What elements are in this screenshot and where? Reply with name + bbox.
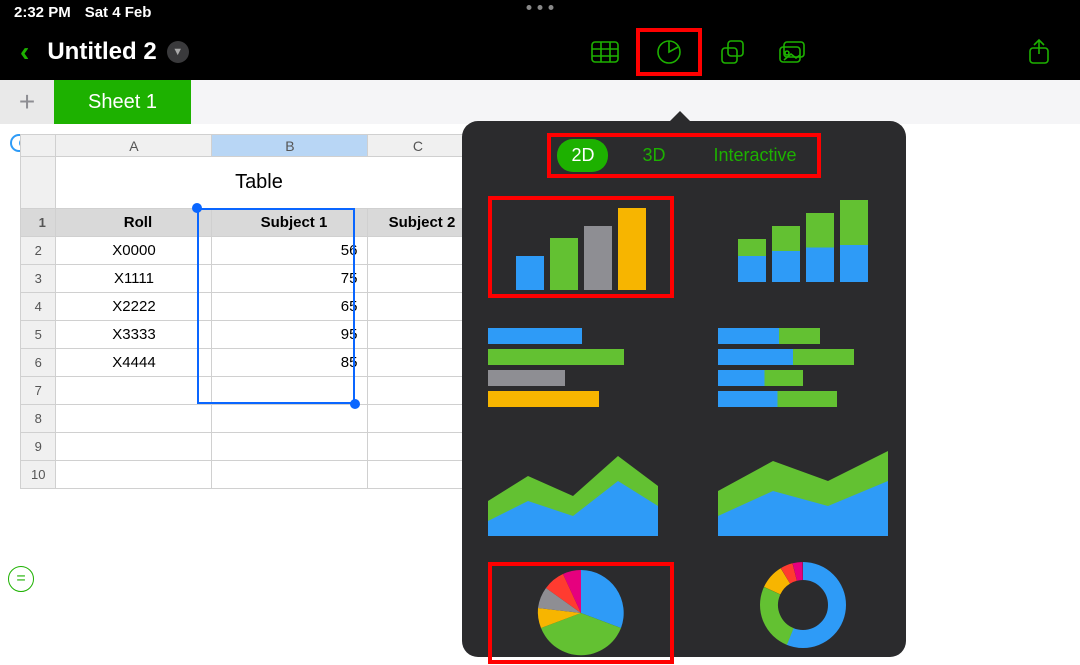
- col-header-c[interactable]: C: [368, 135, 468, 157]
- add-sheet-button[interactable]: +: [0, 80, 54, 124]
- back-button[interactable]: ‹: [20, 36, 29, 68]
- row-num[interactable]: 7: [21, 377, 56, 405]
- col-header-a[interactable]: A: [56, 135, 212, 157]
- stacked-area-chart-thumb[interactable]: [718, 436, 888, 536]
- media-icon[interactable]: [778, 40, 808, 64]
- cell-empty[interactable]: [368, 237, 468, 265]
- horizontal-bar-chart-thumb[interactable]: [488, 324, 658, 410]
- workspace: A B C Table 1 Roll Subject 1 Subject 2 2…: [0, 124, 1080, 665]
- chart-popover: 2D 3D Interactive: [462, 121, 906, 657]
- selection-handle[interactable]: [350, 399, 360, 409]
- title-bar: ‹ Untitled 2 ▼: [0, 24, 1080, 80]
- table-icon[interactable]: [590, 40, 620, 64]
- chart-icon[interactable]: [654, 40, 684, 64]
- cell-empty[interactable]: [56, 377, 212, 405]
- sheet-tab[interactable]: Sheet 1: [54, 80, 191, 124]
- row-num[interactable]: 6: [21, 349, 56, 377]
- cell-roll[interactable]: X2222: [56, 293, 212, 321]
- stacked-horizontal-bar-chart-thumb[interactable]: [718, 324, 888, 410]
- cell-empty[interactable]: [368, 321, 468, 349]
- status-date: Sat 4 Feb: [85, 4, 152, 21]
- cell-empty[interactable]: [212, 461, 368, 489]
- row-num[interactable]: 8: [21, 405, 56, 433]
- cell-roll[interactable]: X3333: [56, 321, 212, 349]
- row-num[interactable]: 4: [21, 293, 56, 321]
- cell-value[interactable]: 75: [212, 265, 368, 293]
- cell-empty[interactable]: [56, 461, 212, 489]
- donut-chart-thumb[interactable]: [718, 562, 888, 648]
- table-title[interactable]: Table: [56, 157, 468, 209]
- cell-empty[interactable]: [368, 377, 468, 405]
- cell-empty[interactable]: [368, 293, 468, 321]
- popover-arrow: [670, 111, 690, 121]
- cell-empty[interactable]: [212, 377, 368, 405]
- row-num[interactable]: 5: [21, 321, 56, 349]
- cell-empty[interactable]: [56, 433, 212, 461]
- header-subject2[interactable]: Subject 2: [368, 209, 468, 237]
- bar-chart-thumb[interactable]: [496, 204, 666, 290]
- row-num[interactable]: 10: [21, 461, 56, 489]
- tab-2d[interactable]: 2D: [557, 139, 608, 172]
- multitask-dots[interactable]: [527, 5, 554, 10]
- cell-value[interactable]: 85: [212, 349, 368, 377]
- status-time: 2:32 PM: [14, 4, 71, 21]
- tab-3d[interactable]: 3D: [628, 139, 679, 172]
- cell-empty[interactable]: [368, 405, 468, 433]
- row-num[interactable]: 9: [21, 433, 56, 461]
- selection-handle[interactable]: [192, 203, 202, 213]
- spreadsheet[interactable]: A B C Table 1 Roll Subject 1 Subject 2 2…: [20, 134, 468, 489]
- col-header-b[interactable]: B: [212, 135, 368, 157]
- cell-roll[interactable]: X4444: [56, 349, 212, 377]
- cell-empty[interactable]: [212, 405, 368, 433]
- cell-empty[interactable]: [368, 349, 468, 377]
- cell-value[interactable]: 95: [212, 321, 368, 349]
- shape-icon[interactable]: [718, 40, 748, 64]
- toolbar: [590, 36, 808, 68]
- cell-value[interactable]: 65: [212, 293, 368, 321]
- doc-menu-chevron[interactable]: ▼: [167, 41, 189, 63]
- row-num[interactable]: 2: [21, 237, 56, 265]
- cell-empty[interactable]: [368, 461, 468, 489]
- pie-chart-thumb[interactable]: [496, 570, 666, 656]
- cell-empty[interactable]: [368, 265, 468, 293]
- header-roll[interactable]: Roll: [56, 209, 212, 237]
- cell-empty[interactable]: [368, 433, 468, 461]
- row-num[interactable]: 3: [21, 265, 56, 293]
- cell-value[interactable]: 56: [212, 237, 368, 265]
- cell-roll[interactable]: X0000: [56, 237, 212, 265]
- cell-empty[interactable]: [56, 405, 212, 433]
- cell-roll[interactable]: X1111: [56, 265, 212, 293]
- sheet-bar: + Sheet 1: [0, 80, 1080, 124]
- share-icon[interactable]: [1024, 40, 1054, 64]
- status-bar: 2:32 PM Sat 4 Feb: [0, 0, 1080, 24]
- row-num[interactable]: 1: [21, 209, 56, 237]
- stacked-bar-chart-thumb[interactable]: [718, 196, 888, 282]
- cell-empty[interactable]: [212, 433, 368, 461]
- header-subject1[interactable]: Subject 1: [212, 209, 368, 237]
- doc-title[interactable]: Untitled 2: [47, 38, 156, 66]
- formula-button[interactable]: =: [8, 566, 34, 592]
- area-chart-thumb[interactable]: [488, 436, 658, 536]
- chart-dimension-tabs: 2D 3D Interactive: [557, 139, 810, 172]
- chart-types-grid: [480, 190, 888, 665]
- tab-interactive[interactable]: Interactive: [699, 139, 810, 172]
